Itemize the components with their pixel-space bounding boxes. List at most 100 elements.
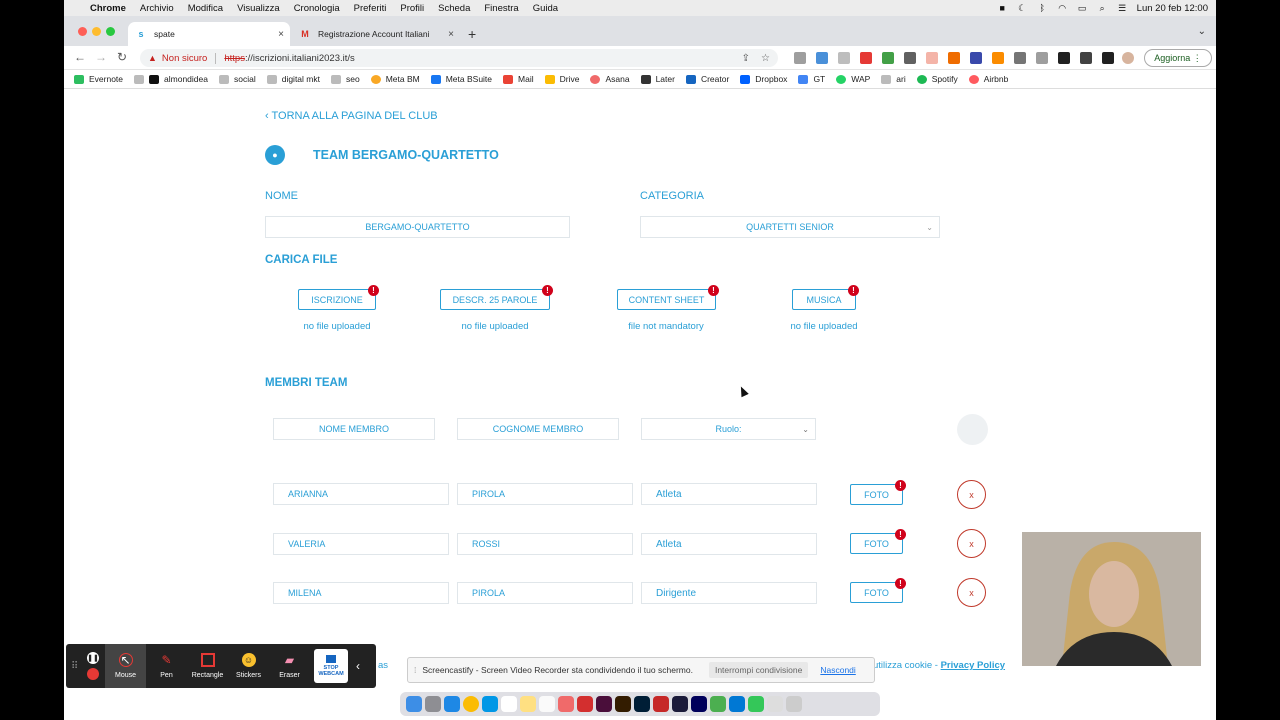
illustrator-icon[interactable] [615,696,631,712]
mail-icon[interactable] [444,696,460,712]
hide-button[interactable]: Nascondi [820,665,855,675]
share-icon[interactable]: ⇪ [742,53,750,64]
member-cognome-input[interactable]: PIROLA [457,483,633,505]
back-to-club-link[interactable]: ‹ TORNA ALLA PAGINA DEL CLUB [265,110,438,122]
notes-icon[interactable] [520,696,536,712]
update-button[interactable]: Aggiorna ⋮ [1144,49,1212,67]
rectangle-tool[interactable]: Rectangle [187,644,228,688]
nome-membro-input[interactable]: NOME MEMBRO [273,418,435,440]
close-tab-icon[interactable]: × [448,29,454,40]
bookmark-asana[interactable]: Asana [590,74,630,84]
menu-guida[interactable]: Guida [533,3,558,14]
bookmark-wap[interactable]: WAP [836,74,870,84]
calculator-icon[interactable] [425,696,441,712]
side-panel-icon[interactable] [1102,52,1114,64]
upload-content-sheet-button[interactable]: CONTENT SHEET! [617,285,719,310]
stop-recording-icon[interactable] [87,668,99,680]
menu-visualizza[interactable]: Visualizza [237,3,280,14]
preview-icon[interactable] [767,696,783,712]
member-ruolo-input[interactable]: Dirigente [641,582,817,604]
member-nome-input[interactable]: VALERIA [273,533,449,555]
upload-musica-button[interactable]: MUSICA! [792,285,859,310]
close-tab-icon[interactable]: × [278,29,284,40]
bookmark-meta-bsuite[interactable]: Meta BSuite [430,74,492,84]
camera-icon[interactable] [1036,52,1048,64]
tab-spate[interactable]: s spate × [128,22,290,46]
team-name-field[interactable]: BERGAMO-QUARTETTO [265,216,570,238]
member-nome-input[interactable]: MILENA [273,582,449,604]
back-arrow-icon[interactable]: ← [74,50,86,64]
extension-icon[interactable] [860,52,872,64]
foto-upload-button[interactable]: FOTO! [850,480,906,505]
member-ruolo-input[interactable]: Atleta [641,533,817,555]
bookmark-star-icon[interactable]: ☆ [761,53,770,64]
bookmark-gt[interactable]: GT [798,74,825,84]
menu-cronologia[interactable]: Cronologia [294,3,340,14]
menu-profili[interactable]: Profili [400,3,424,14]
menu-app-name[interactable]: Chrome [90,3,126,14]
delete-member-button[interactable]: x [957,480,986,509]
categoria-select[interactable]: QUARTETTI SENIOR ⌄ [640,216,940,238]
extension-icon[interactable] [970,52,982,64]
stickers-tool[interactable]: ☺ Stickers [228,644,269,688]
foto-upload-button[interactable]: FOTO! [850,529,906,554]
bookmark-ari[interactable]: ari [881,74,906,84]
puzzle-icon[interactable] [1058,52,1070,64]
bluetooth-icon[interactable]: ᛒ [1037,3,1048,13]
member-cognome-input[interactable]: PIROLA [457,582,633,604]
bookmark-later[interactable]: Later [640,74,675,84]
foto-upload-button[interactable]: FOTO! [850,578,906,603]
chrome-icon[interactable] [463,696,479,712]
delete-member-button[interactable]: x [957,578,986,607]
vscode-icon[interactable] [729,696,745,712]
member-ruolo-input[interactable]: Atleta [641,483,817,505]
tab-registrazione[interactable]: M Registrazione Account Italiani × [292,22,460,46]
filezilla-icon[interactable] [653,696,669,712]
reading-list-icon[interactable] [1080,52,1092,64]
wifi-icon[interactable]: ◠ [1057,3,1068,13]
extension-icon[interactable] [992,52,1004,64]
battery-icon[interactable]: ▭ [1077,3,1088,13]
drag-handle-icon[interactable]: ⠿ [71,661,81,672]
menu-scheda[interactable]: Scheda [438,3,470,14]
eraser-tool[interactable]: ▰ Eraser [269,644,310,688]
delete-member-button[interactable]: x [957,529,986,558]
member-nome-input[interactable]: ARIANNA [273,483,449,505]
pause-icon[interactable]: ❚❚ [87,652,99,664]
extension-icon[interactable] [882,52,894,64]
stop-sharing-button[interactable]: Interrompi condivisione [708,662,809,678]
profile-avatar[interactable] [1122,52,1134,64]
bookmark-dropbox[interactable]: Dropbox [740,74,787,84]
safari-icon[interactable] [482,696,498,712]
numbers-icon[interactable] [710,696,726,712]
webcam-overlay[interactable] [1022,532,1201,666]
bookmark-evernote[interactable]: Evernote [74,74,123,84]
calendar-icon[interactable] [501,696,517,712]
clock[interactable]: Lun 20 feb 12:00 [1137,3,1208,14]
record-icon[interactable]: ■ [997,3,1008,13]
member-cognome-input[interactable]: ROSSI [457,533,633,555]
bookmark-drive[interactable]: Drive [544,74,579,84]
stop-webcam-button[interactable]: STOP WEBCAM [314,649,348,683]
indesign-icon[interactable] [596,696,612,712]
privacy-policy-link[interactable]: Privacy Policy [941,660,1005,671]
bookmark-creator[interactable]: Creator [685,74,729,84]
bookmark-almondidea[interactable]: almondidea [134,74,208,84]
facetime-icon[interactable] [748,696,764,712]
premiere-icon[interactable] [672,696,688,712]
bookmark-seo[interactable]: seo [330,74,360,84]
menu-modifica[interactable]: Modifica [188,3,223,14]
control-center-icon[interactable]: ☰ [1117,3,1128,13]
bookmark-meta-bm[interactable]: Meta BM [370,74,420,84]
menu-finestra[interactable]: Finestra [484,3,518,14]
extension-icon[interactable] [838,52,850,64]
minimize-window-button[interactable] [92,27,101,36]
new-tab-icon[interactable]: + [468,26,476,42]
bookmark-spotify[interactable]: Spotify [916,74,958,84]
reminders-icon[interactable] [539,696,555,712]
asana-icon[interactable] [558,696,574,712]
security-status[interactable]: Non sicuro [162,53,207,64]
bookmark-airbnb[interactable]: Airbnb [968,74,1008,84]
photoshop-icon[interactable] [634,696,650,712]
moon-icon[interactable]: ☾ [1017,3,1028,13]
